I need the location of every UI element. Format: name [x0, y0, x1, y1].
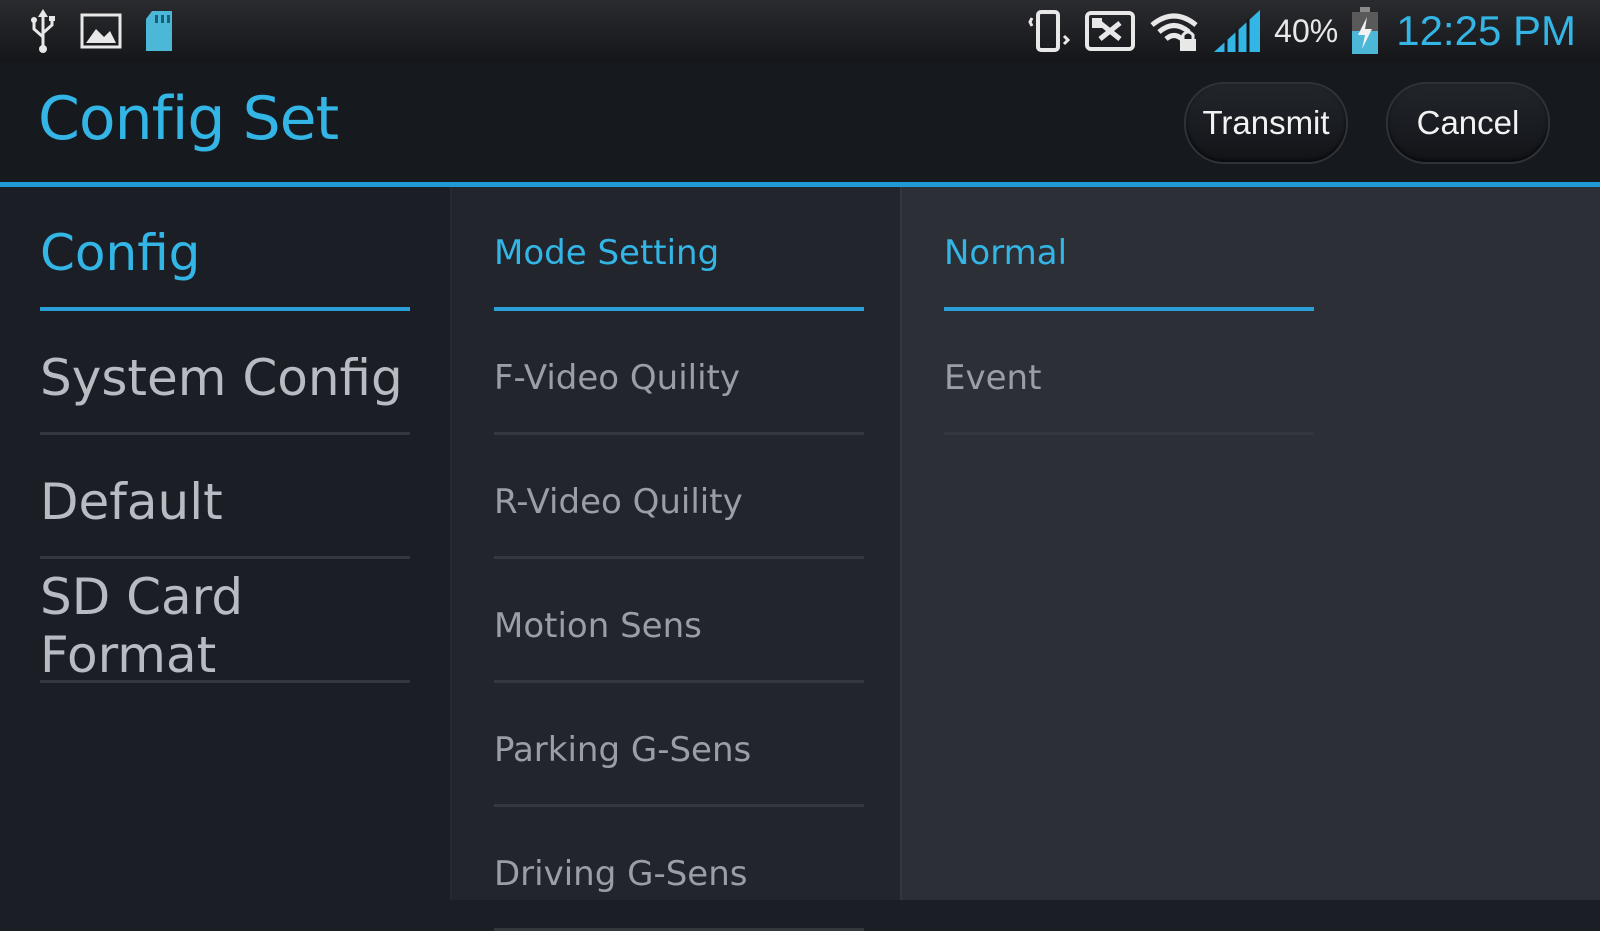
category-list: Config System Config Default SD Card For… [40, 187, 410, 684]
cancel-button[interactable]: Cancel [1386, 82, 1550, 164]
option-item-event[interactable]: Event [944, 311, 1314, 435]
vibrate-icon [1026, 8, 1072, 54]
setting-item-mode-setting[interactable]: Mode Setting [494, 187, 864, 311]
setting-item-r-video-quility[interactable]: R-Video Quility [494, 435, 864, 559]
setting-item-motion-sens[interactable]: Motion Sens [494, 559, 864, 683]
wifi-lock-icon [1148, 9, 1200, 53]
status-bar: 40% 12:25 PM [0, 0, 1600, 62]
category-item-sd-card-format[interactable]: SD Card Format [40, 559, 410, 684]
category-column: Config System Config Default SD Card For… [0, 187, 450, 900]
status-bar-system: 40% 12:25 PM [1026, 7, 1600, 55]
screen-off-icon [1084, 9, 1136, 53]
category-item-system-config[interactable]: System Config [40, 311, 410, 435]
battery-charging-icon [1350, 7, 1380, 55]
signal-icon [1212, 8, 1262, 54]
category-item-config[interactable]: Config [40, 187, 410, 311]
usb-icon [28, 9, 58, 53]
setting-item-f-video-quility[interactable]: F-Video Quility [494, 311, 864, 435]
options-list: Normal Event [944, 187, 1314, 435]
battery-percent: 40% [1274, 12, 1339, 49]
setting-item-parking-g-sens[interactable]: Parking G-Sens [494, 683, 864, 807]
clock: 12:25 PM [1396, 7, 1576, 54]
option-item-normal[interactable]: Normal [944, 187, 1314, 311]
setting-item-driving-g-sens[interactable]: Driving G-Sens [494, 807, 864, 931]
settings-list: Mode Setting F-Video Quility R-Video Qui… [494, 187, 864, 931]
status-bar-notifications [0, 9, 174, 53]
category-item-default[interactable]: Default [40, 435, 410, 559]
page-title: Config Set [38, 84, 339, 154]
transmit-button[interactable]: Transmit [1184, 82, 1348, 164]
image-icon [80, 13, 122, 49]
settings-column: Mode Setting F-Video Quility R-Video Qui… [450, 187, 902, 931]
action-bar: Config Set Transmit Cancel [0, 62, 1600, 187]
sd-card-icon [144, 9, 174, 53]
options-column: Normal Event [900, 187, 1600, 900]
